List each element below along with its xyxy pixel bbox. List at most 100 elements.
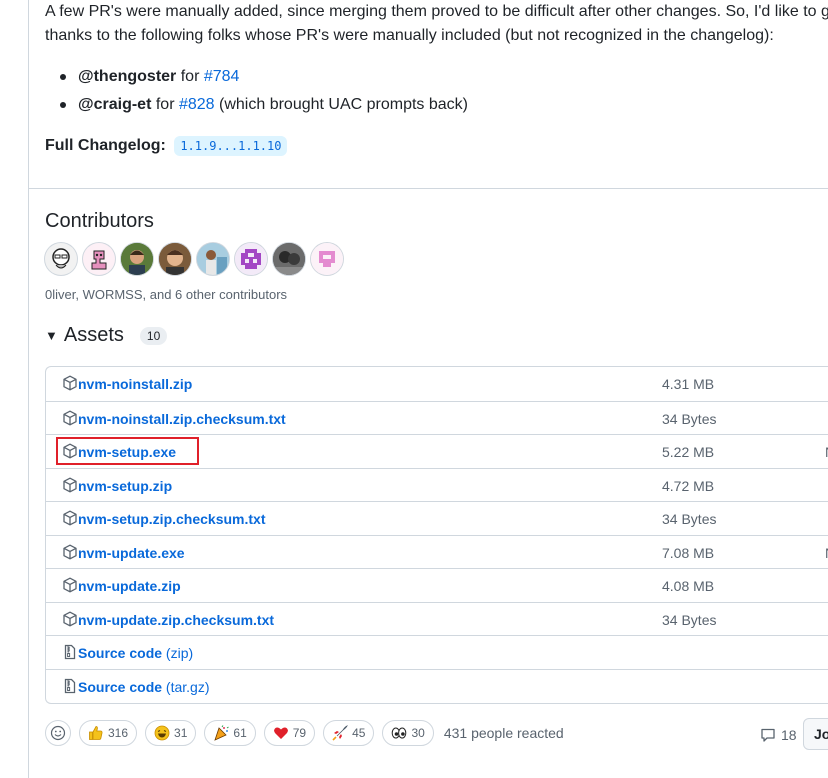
avatar[interactable]: [45, 243, 77, 275]
reaction-thumbs-up[interactable]: 316: [79, 720, 138, 746]
asset-size: 7.08 MB: [662, 544, 715, 561]
list-item: nvm-setup.zip.checksum.txt 34 Bytes: [46, 501, 828, 535]
list-item: nvm-setup.zip 4.72 MB: [46, 468, 828, 502]
release-notes-intro: A few PR's were manually added, since me…: [45, 0, 828, 48]
file-zip-icon: [64, 678, 76, 694]
asset-link[interactable]: nvm-noinstall.zip: [78, 376, 192, 392]
avatar[interactable]: [83, 243, 115, 275]
asset-size: 34 Bytes: [662, 510, 717, 527]
reaction-tada[interactable]: 61: [204, 720, 256, 746]
contributor-names[interactable]: 0liver, WORMSS, and 6 other contributors: [45, 287, 287, 302]
asset-size: 34 Bytes: [662, 410, 717, 427]
thumbs-up-icon: [89, 726, 103, 740]
assets-list: nvm-noinstall.zip 4.31 MB nvm-noinstall.…: [45, 366, 828, 704]
reaction-rocket[interactable]: 45: [323, 720, 375, 746]
asset-link[interactable]: nvm-setup.zip.checksum.txt: [78, 511, 266, 527]
avatar[interactable]: [273, 243, 305, 275]
list-item: @craig-et for #828 (which brought UAC pr…: [58, 92, 468, 120]
package-icon: [63, 443, 77, 459]
pr-link-828[interactable]: #828: [179, 96, 215, 113]
list-item: @thengoster for #784: [58, 64, 468, 92]
rocket-icon: [332, 725, 349, 741]
list-item: nvm-update.zip 4.08 MB: [46, 568, 828, 602]
avatar[interactable]: [197, 243, 229, 275]
assets-count-badge: 10: [139, 326, 168, 345]
asset-link[interactable]: Source code (tar.gz): [78, 679, 210, 695]
heart-icon: [273, 727, 288, 739]
manual-pr-list: @thengoster for #784 @craig-et for #828 …: [58, 64, 468, 120]
asset-name: nvm-update.zip: [78, 577, 181, 594]
pr-link-784[interactable]: #784: [204, 68, 240, 85]
package-icon: [63, 375, 77, 391]
list-item: Source code (tar.gz): [46, 669, 828, 703]
list-item: nvm-update.exe 7.08 MB N: [46, 535, 828, 569]
package-icon: [63, 477, 77, 493]
asset-link[interactable]: nvm-update.zip: [78, 578, 181, 594]
contributors-heading: Contributors: [45, 210, 154, 232]
list-item-text: for: [151, 96, 179, 113]
reaction-count: 31: [174, 726, 188, 740]
user-mention-craig-et[interactable]: @craig-et: [78, 96, 151, 113]
avatar[interactable]: [159, 243, 191, 275]
asset-name: nvm-noinstall.zip.checksum.txt: [78, 410, 286, 427]
changelog-label: Full Changelog:: [45, 137, 166, 154]
asset-size: 4.72 MB: [662, 477, 715, 494]
list-item: nvm-setup.exe 5.22 MB N: [46, 434, 828, 468]
changelog-compare-link[interactable]: 1.1.9...1.1.10: [174, 136, 288, 156]
avatar[interactable]: [121, 243, 153, 275]
eyes-icon: [392, 727, 407, 739]
comments-count[interactable]: 18: [760, 727, 797, 743]
list-item-suffix: (which brought UAC prompts back): [214, 96, 468, 113]
asset-name: nvm-setup.zip.checksum.txt: [78, 510, 266, 527]
reaction-eyes[interactable]: 30: [382, 720, 434, 746]
asset-name: nvm-setup.zip: [78, 477, 173, 494]
reactions-summary: 431 people reacted: [443, 725, 564, 741]
reaction-count: 30: [411, 726, 425, 740]
asset-name: Source code: [78, 644, 163, 661]
tada-icon: [214, 725, 230, 741]
triangle-down-icon: ▼: [45, 328, 58, 343]
list-item: Source code (zip): [46, 635, 828, 669]
asset-link[interactable]: nvm-update.zip.checksum.txt: [78, 612, 274, 628]
user-mention-thengoster[interactable]: @thengoster: [78, 68, 176, 85]
avatar[interactable]: [311, 243, 343, 275]
asset-name: nvm-update.exe: [78, 544, 185, 561]
asset-suffix: (tar.gz): [162, 678, 210, 695]
reaction-laugh[interactable]: 31: [145, 720, 197, 746]
assets-toggle[interactable]: ▼ Assets 10: [45, 324, 168, 347]
asset-link[interactable]: Source code (zip): [78, 645, 193, 661]
assets-heading: Assets: [63, 324, 124, 346]
asset-link[interactable]: nvm-update.exe: [78, 545, 185, 561]
reaction-count: 45: [352, 726, 366, 740]
join-discussion-button[interactable]: Jo: [803, 718, 828, 750]
reaction-count: 79: [292, 726, 307, 740]
asset-name: Source code: [78, 678, 163, 695]
asset-name: nvm-noinstall.zip: [78, 375, 193, 392]
list-item: nvm-update.zip.checksum.txt 34 Bytes: [46, 602, 828, 636]
asset-link[interactable]: nvm-setup.zip: [78, 478, 172, 494]
add-reaction-button[interactable]: [45, 720, 71, 746]
asset-suffix: (zip): [162, 644, 194, 661]
intro-line-2: thanks to the following folks whose PR's…: [45, 27, 774, 44]
asset-name: nvm-update.zip.checksum.txt: [78, 611, 275, 628]
section-divider: [29, 188, 828, 189]
package-icon: [63, 510, 77, 526]
asset-size: 4.31 MB: [662, 375, 715, 392]
file-zip-icon: [64, 644, 76, 660]
asset-link[interactable]: nvm-setup.exe: [78, 444, 176, 460]
avatar[interactable]: [235, 243, 267, 275]
comment-icon: [761, 728, 775, 742]
reaction-count: 316: [108, 726, 129, 740]
package-icon: [63, 577, 77, 593]
full-changelog: Full Changelog: 1.1.9...1.1.10: [45, 134, 288, 158]
smiley-icon: [50, 725, 66, 741]
asset-name: nvm-setup.exe: [78, 443, 177, 460]
list-item-text: for: [176, 68, 204, 85]
asset-size: 5.22 MB: [662, 443, 715, 460]
intro-line-1: A few PR's were manually added, since me…: [45, 3, 828, 20]
package-icon: [63, 544, 77, 560]
list-item: nvm-noinstall.zip.checksum.txt 34 Bytes: [46, 401, 828, 435]
reaction-heart[interactable]: 79: [263, 720, 316, 746]
reaction-count: 61: [233, 726, 247, 740]
asset-link[interactable]: nvm-noinstall.zip.checksum.txt: [78, 411, 286, 427]
